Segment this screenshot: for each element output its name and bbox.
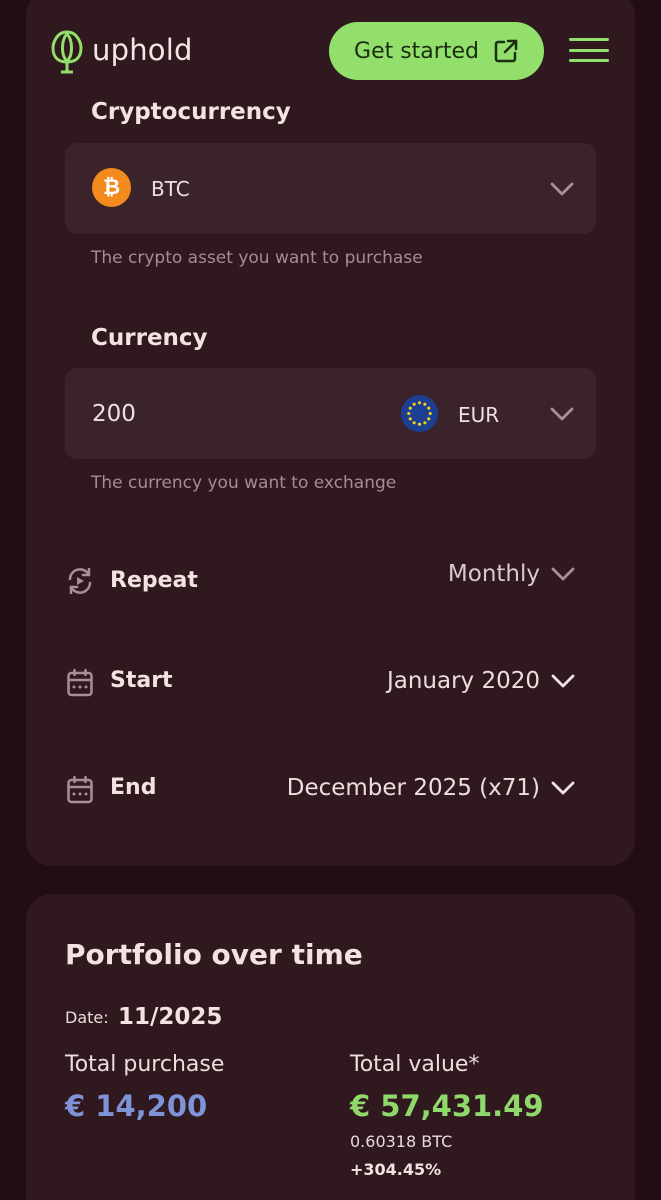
date-label: Date: (65, 1008, 109, 1027)
cryptocurrency-select[interactable] (65, 143, 596, 234)
cryptocurrency-label: Cryptocurrency (91, 99, 291, 125)
btc-amount: 0.60318 BTC (350, 1132, 453, 1151)
crypto-helper-text: The crypto asset you want to purchase (91, 248, 423, 268)
uphold-logo[interactable]: uphold (50, 26, 193, 74)
get-started-button[interactable]: Get started (329, 22, 544, 80)
chevron-down-icon (551, 781, 575, 795)
chevron-down-icon (551, 567, 575, 581)
selected-crypto: BTC (151, 177, 190, 201)
amount-input[interactable]: 200 (92, 401, 136, 427)
repeat-value: Monthly (447, 561, 540, 587)
bitcoin-icon: ₿ (92, 168, 131, 207)
chevron-down-icon (551, 674, 575, 688)
repeat-label: Repeat (110, 568, 198, 593)
brand-name: uphold (92, 33, 193, 67)
currency-helper-text: The currency you want to exchange (91, 473, 397, 493)
repeat-icon (68, 567, 92, 595)
end-dropdown[interactable]: December 2025 (x71) (287, 775, 576, 801)
change-percentage: +304.45% (350, 1160, 442, 1179)
date-value: 11/2025 (118, 1004, 223, 1030)
end-label: End (110, 775, 157, 800)
get-started-label: Get started (354, 38, 479, 64)
external-link-icon (494, 39, 518, 63)
total-purchase-label: Total purchase (65, 1052, 225, 1077)
start-dropdown[interactable]: January 2020 (387, 668, 576, 694)
portfolio-title: Portfolio over time (65, 938, 363, 971)
start-label: Start (110, 668, 173, 693)
calendar-icon (67, 775, 93, 804)
total-value-amount: € 57,431.49 (350, 1089, 544, 1123)
uphold-leaf-icon (51, 30, 83, 74)
calendar-icon (67, 668, 93, 697)
hamburger-menu-icon[interactable] (569, 38, 609, 66)
chevron-down-icon[interactable] (549, 406, 575, 422)
start-value: January 2020 (386, 668, 540, 694)
currency-label: Currency (91, 325, 208, 351)
currency-code[interactable]: EUR (458, 403, 499, 427)
currency-amount-field[interactable] (65, 368, 596, 459)
chevron-down-icon[interactable] (549, 181, 575, 197)
total-value-label: Total value* (350, 1052, 480, 1077)
eu-flag-icon (400, 394, 439, 433)
total-purchase-value: € 14,200 (65, 1089, 208, 1123)
repeat-dropdown[interactable]: Monthly (448, 561, 576, 587)
end-value: December 2025 (x71) (286, 775, 540, 801)
